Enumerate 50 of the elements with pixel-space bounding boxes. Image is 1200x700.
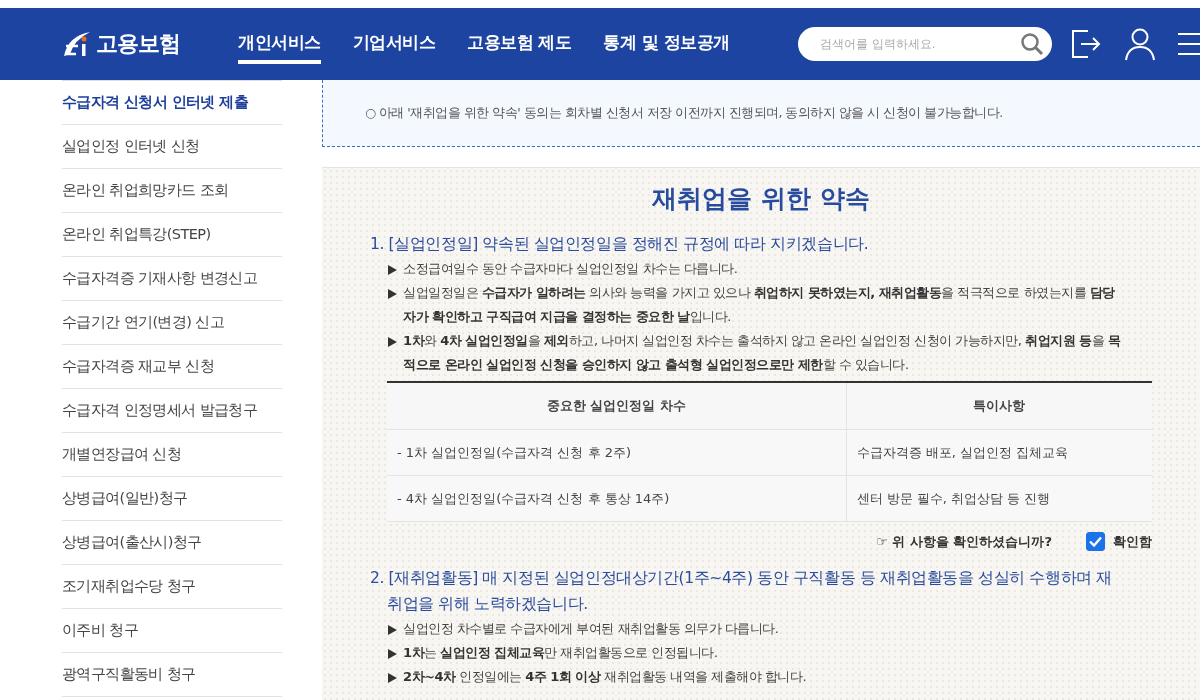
table-cell: 수급자격증 배포, 실업인정 집체교육 bbox=[846, 429, 1152, 476]
triangle-icon bbox=[388, 625, 397, 635]
table-cell: 센터 방문 필수, 취업상담 등 진행 bbox=[846, 475, 1152, 522]
column-header: 특이사항 bbox=[846, 382, 1152, 430]
nav-tab[interactable]: 개인서비스 bbox=[238, 24, 321, 64]
triangle-icon bbox=[388, 649, 397, 659]
sidebar-item[interactable]: 개별연장급여 신청 bbox=[62, 433, 282, 477]
logo-text: 고용보험 bbox=[96, 30, 180, 58]
sidebar-item[interactable]: 광역구직활동비 청구 bbox=[62, 653, 282, 697]
sidebar-item[interactable]: 상병급여(출산시)청구 bbox=[62, 521, 282, 565]
nav-tab[interactable]: 기업서비스 bbox=[352, 24, 435, 64]
triangle-icon bbox=[388, 265, 397, 275]
sidebar-item[interactable]: 온라인 취업희망카드 조회 bbox=[62, 169, 282, 213]
logo-icon bbox=[62, 30, 92, 58]
nav-tab[interactable]: 고용보험 제도 bbox=[467, 24, 572, 64]
sidebar-item[interactable]: 수급자격 인정명세서 발급청구 bbox=[62, 389, 282, 433]
checkbox[interactable] bbox=[1086, 532, 1105, 551]
triangle-icon bbox=[388, 673, 397, 683]
user-icon[interactable] bbox=[1124, 27, 1156, 61]
triangle-icon bbox=[388, 289, 397, 299]
promise-heading: 2. [재취업활동] 매 지정된 실업인정대상기간(1주~4주) 동안 구직활동 등 재취업활동을 성실히 수행하며 재취업을 위해 노력하겠습니다. bbox=[370, 568, 1113, 615]
sidebar-item[interactable]: 온라인 취업특강(STEP) bbox=[62, 213, 282, 257]
promise-heading: 1. [실업인정일] 약속된 실업인정일을 정해진 규정에 따라 지키겠습니다. bbox=[370, 234, 870, 255]
table-cell: - 1차 실업인정일(수급자격 신청 후 2주) bbox=[387, 429, 846, 476]
bullet-text: 소정급여일수 동안 수급자마다 실업인정일 차수는 다릅니다. bbox=[403, 260, 738, 278]
triangle-icon bbox=[388, 337, 397, 347]
bullet-text: 실업인정 차수별로 수급자에게 부여된 재취업활동 의무가 다릅니다. bbox=[403, 620, 779, 638]
bullet-text: 1차와 4차 실업인정일을 제외하고, 나머지 실업인정 차수는 출석하지 않고 온라인 실업인정 신청이 가능하지만, 취업지원 등을 목적으로 온라인 실업인정 신청을 승인하지 않고 출석형 실업인정으로만 제한할 수 있습니다. bbox=[403, 332, 1122, 374]
sidebar-item[interactable]: 상병급여(일반)청구 bbox=[62, 477, 282, 521]
sidebar-item[interactable]: 조기재취업수당 청구 bbox=[62, 565, 282, 609]
column-header: 중요한 실업인정일 차수 bbox=[387, 382, 846, 430]
search-bar[interactable]: 검색어를 입력하세요. bbox=[798, 27, 1052, 61]
sidebar-item[interactable]: 수급자격증 재교부 신청 bbox=[62, 345, 282, 389]
bullet-text: 실업일정일은 수급자가 일하려는 의사와 능력을 가지고 있으나 취업하지 못하였는지, 재취업활동을 적극적으로 하였는지를 담당자가 확인하고 구직급여 지급을 결정하는 중요한 날입니다. bbox=[403, 284, 1116, 326]
nav-tab[interactable]: 통계 및 정보공개 bbox=[603, 24, 730, 64]
sidebar-item[interactable]: 실업인정 인터넷 신청 bbox=[62, 125, 282, 169]
section-title: 재취업을 위한 약속 bbox=[651, 183, 871, 215]
confirm-checkbox[interactable]: 확인함 bbox=[1086, 532, 1152, 551]
sidebar-item[interactable]: 수급자격증 기재사항 변경신고 bbox=[62, 257, 282, 301]
notice-text: ○ 아래 '재취업을 위한 약속' 동의는 회차별 신청서 저장 이전까지 진행되며, 동의하지 않을 시 신청이 불가능합니다. bbox=[365, 104, 1003, 122]
sidebar-item[interactable]: 이주비 청구 bbox=[62, 609, 282, 653]
logout-icon[interactable] bbox=[1070, 28, 1102, 60]
bullet-text: 2차~4차 인정일에는 4주 1회 이상 재취업활동 내역을 제출해야 합니다. bbox=[403, 668, 807, 686]
bullet-text: 1차는 실업인정 집체교육만 재취업활동으로 인정됩니다. bbox=[403, 644, 718, 662]
sidebar-item[interactable]: 수급자격 신청서 인터넷 제출 bbox=[62, 81, 282, 125]
search-icon[interactable] bbox=[1020, 32, 1044, 56]
confirm-question: ☞ 위 사항을 확인하셨습니까? bbox=[876, 532, 1052, 551]
menu-icon[interactable] bbox=[1176, 31, 1200, 57]
table-cell: - 4차 실업인정일(수급자격 신청 후 통상 14주) bbox=[387, 475, 846, 522]
sidebar-item[interactable]: 수급기간 연기(변경) 신고 bbox=[62, 301, 282, 345]
